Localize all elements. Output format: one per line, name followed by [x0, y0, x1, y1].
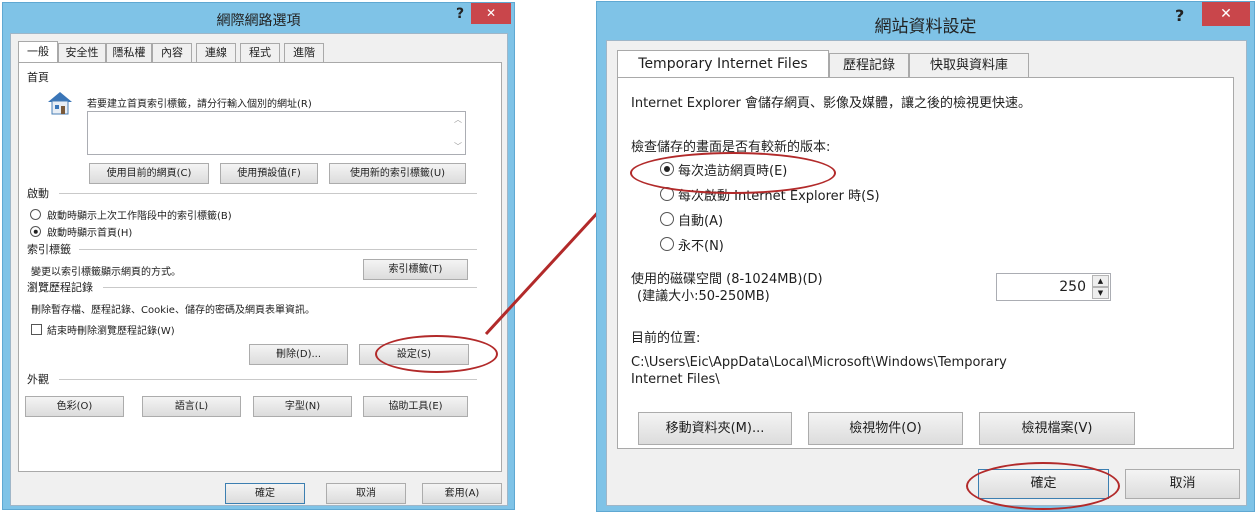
website-data-settings-dialog: 網站資料設定 ? ✕ Temporary Internet Files 歷程記錄…: [596, 1, 1255, 512]
delete-history-button[interactable]: 刪除(D)...: [249, 344, 348, 365]
startup-last-session-radio[interactable]: [30, 209, 41, 220]
option-never-radio[interactable]: [660, 237, 674, 251]
delete-on-exit-label: 結束時刪除瀏覽歷程記錄(W): [47, 326, 175, 337]
view-files-button[interactable]: 檢視檔案(V): [979, 412, 1135, 445]
history-separator: [103, 287, 477, 288]
appearance-separator: [59, 379, 477, 380]
option-automatic-label: 自動(A): [678, 214, 724, 229]
tab-connections[interactable]: 連線: [196, 43, 236, 63]
dialog-client: 一般 安全性 隱私權 內容 連線 程式 進階 首頁 若要建立首頁索引標籤，請分行…: [10, 33, 508, 506]
option-every-start-radio[interactable]: [660, 187, 674, 201]
disk-space-input[interactable]: 250 ▲ ▼: [996, 273, 1111, 301]
apply-button[interactable]: 套用(A): [422, 483, 502, 504]
move-folder-button[interactable]: 移動資料夾(M)...: [638, 412, 792, 445]
current-location-path-2: Internet Files\: [631, 372, 720, 387]
startup-separator: [59, 193, 477, 194]
history-section-label: 瀏覽歷程記錄: [27, 281, 93, 294]
startup-last-session-label: 啟動時顯示上次工作階段中的索引標籤(B): [47, 211, 232, 222]
fonts-button[interactable]: 字型(N): [253, 396, 352, 417]
option-every-visit-radio[interactable]: [660, 162, 674, 176]
tabs-section-label: 索引標籤: [27, 243, 71, 256]
option-every-visit-label: 每次造訪網頁時(E): [678, 164, 788, 179]
homepage-description: 若要建立首頁索引標籤，請分行輸入個別的網址(R): [87, 99, 312, 110]
ok-button-right[interactable]: 確定: [978, 469, 1109, 499]
tab-general[interactable]: 一般: [18, 41, 58, 63]
appearance-section-label: 外觀: [27, 373, 49, 386]
delete-on-exit-checkbox[interactable]: [31, 324, 42, 335]
tab-history[interactable]: 歷程記錄: [829, 53, 909, 78]
window-title: 網際網路選項: [216, 13, 301, 29]
tab-security[interactable]: 安全性: [58, 43, 106, 63]
title-bar-right[interactable]: 網站資料設定 ? ✕: [597, 2, 1254, 37]
temporary-files-panel: Internet Explorer 會儲存網頁、影像及媒體，讓之後的檢視更快速。…: [617, 77, 1234, 449]
disk-space-value: 250: [1059, 279, 1086, 295]
homepage-url-textarea[interactable]: ︿ ﹀: [87, 111, 466, 155]
internet-options-dialog: 網際網路選項 ? ✕ 一般 安全性 隱私權 內容 連線 程式 進階 首頁 若要建…: [2, 2, 515, 510]
tabs-settings-button[interactable]: 索引標籤(T): [363, 259, 468, 280]
spin-up-icon[interactable]: ▲: [1092, 275, 1109, 287]
colors-button[interactable]: 色彩(O): [25, 396, 124, 417]
history-description: 刪除暫存檔、歷程記錄、Cookie、儲存的密碼及網頁表單資訊。: [31, 305, 315, 316]
view-objects-button[interactable]: 檢視物件(O): [808, 412, 963, 445]
tab-content[interactable]: 內容: [152, 43, 192, 63]
window-title-right: 網站資料設定: [874, 17, 977, 37]
tab-privacy[interactable]: 隱私權: [106, 43, 152, 63]
check-version-label: 檢查儲存的畫面是否有較新的版本:: [631, 140, 831, 155]
close-button[interactable]: ✕: [471, 3, 511, 24]
startup-home-radio[interactable]: [30, 226, 41, 237]
disk-space-hint: (建議大小:50-250MB): [637, 289, 770, 304]
option-never-label: 永不(N): [678, 239, 724, 254]
scroll-down-icon[interactable]: ﹀: [454, 141, 462, 152]
cancel-button-right[interactable]: 取消: [1125, 469, 1240, 499]
tabs-separator: [79, 249, 477, 250]
startup-home-label: 啟動時顯示首頁(H): [47, 228, 133, 239]
title-bar[interactable]: 網際網路選項 ? ✕: [3, 3, 514, 33]
use-default-button[interactable]: 使用預設值(F): [220, 163, 318, 184]
tab-caches-databases[interactable]: 快取與資料庫: [909, 53, 1029, 78]
intro-text: Internet Explorer 會儲存網頁、影像及媒體，讓之後的檢視更快速。: [631, 96, 1032, 111]
startup-section-label: 啟動: [27, 187, 49, 200]
house-icon: [45, 89, 75, 117]
accessibility-button[interactable]: 協助工具(E): [363, 396, 468, 417]
homepage-section-label: 首頁: [27, 71, 49, 84]
dialog-client-right: Temporary Internet Files 歷程記錄 快取與資料庫 Int…: [606, 40, 1247, 506]
close-button-right[interactable]: ✕: [1202, 2, 1250, 26]
ok-button[interactable]: 確定: [225, 483, 305, 504]
current-location-label: 目前的位置:: [631, 331, 701, 346]
spin-down-icon[interactable]: ▼: [1092, 287, 1109, 299]
use-new-tab-button[interactable]: 使用新的索引標籤(U): [329, 163, 466, 184]
tabs-description: 變更以索引標籤顯示網頁的方式。: [31, 267, 181, 278]
use-current-button[interactable]: 使用目前的網頁(C): [89, 163, 209, 184]
history-settings-button[interactable]: 設定(S): [359, 344, 469, 365]
help-icon-right[interactable]: ?: [1175, 6, 1184, 25]
tab-temporary-internet-files[interactable]: Temporary Internet Files: [617, 50, 829, 78]
current-location-path-1: C:\Users\Eic\AppData\Local\Microsoft\Win…: [631, 355, 1007, 370]
languages-button[interactable]: 語言(L): [142, 396, 241, 417]
cancel-button[interactable]: 取消: [326, 483, 406, 504]
help-icon[interactable]: ?: [456, 6, 464, 22]
scroll-up-icon[interactable]: ︿: [454, 114, 462, 125]
option-automatic-radio[interactable]: [660, 212, 674, 226]
tab-advanced[interactable]: 進階: [284, 43, 324, 63]
option-every-start-label: 每次啟動 Internet Explorer 時(S): [678, 189, 880, 204]
general-panel: 首頁 若要建立首頁索引標籤，請分行輸入個別的網址(R) ︿ ﹀ 使用目前的網頁(…: [18, 62, 502, 472]
tab-programs[interactable]: 程式: [240, 43, 280, 63]
